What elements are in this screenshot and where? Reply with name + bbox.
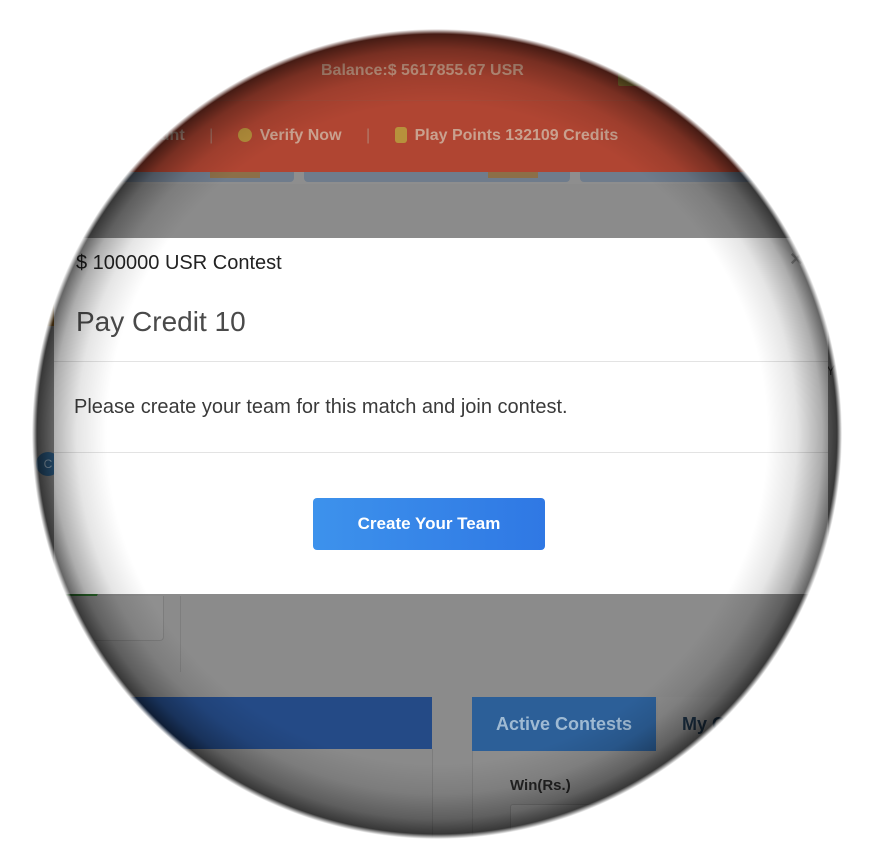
play-points-display: Play Points 132109 Credits: [414, 127, 619, 144]
left-side-tab[interactable]: [40, 282, 54, 326]
modal-subtitle: Pay Credit 10: [76, 306, 246, 337]
tab-active-contests[interactable]: Active Contests: [472, 697, 656, 751]
top-header: Balance:$ 5617855.67 USR ount | Verify N…: [0, 0, 870, 172]
create-your-team-button[interactable]: Create Your Team: [313, 498, 545, 550]
verify-now-link[interactable]: Verify Now: [260, 127, 342, 144]
nav-tab[interactable]: [304, 172, 570, 182]
verify-check-icon: [237, 128, 252, 142]
modal-divider: [54, 452, 828, 453]
column-divider: [180, 596, 181, 672]
nav-tab-marker: [488, 172, 538, 178]
account-info-bar: ount | Verify Now | Play Points 132109 C…: [150, 127, 618, 145]
add-balance-button[interactable]: [618, 58, 674, 86]
nav-tab-marker: [210, 172, 260, 178]
separator: |: [365, 127, 371, 144]
modal-title: $ 100000 USR Contest: [76, 252, 282, 274]
left-card: [60, 596, 164, 641]
header-divider: [0, 100, 870, 101]
nav-tab[interactable]: [60, 172, 294, 182]
modal-divider: [54, 361, 828, 362]
close-icon[interactable]: ×: [790, 248, 803, 270]
eye-icon[interactable]: 👁: [712, 130, 732, 150]
contest-modal: $ 100000 USR Contest × Pay Credit 10 Ple…: [54, 238, 828, 594]
win-input[interactable]: [510, 804, 812, 846]
win-label: Win(Rs.): [510, 777, 571, 794]
account-link[interactable]: ount: [150, 127, 185, 144]
section-header-bar: [60, 697, 432, 749]
coin-icon: [394, 127, 407, 143]
separator: |: [209, 127, 214, 144]
balance-display: Balance:$ 5617855.67 USR: [321, 62, 524, 79]
lower-left-panel: [60, 749, 433, 861]
nav-tab-strip: [0, 172, 870, 184]
modal-message: Please create your team for this match a…: [74, 396, 568, 418]
nav-tab[interactable]: [580, 172, 820, 182]
tab-my-contests[interactable]: My C: [658, 697, 838, 751]
